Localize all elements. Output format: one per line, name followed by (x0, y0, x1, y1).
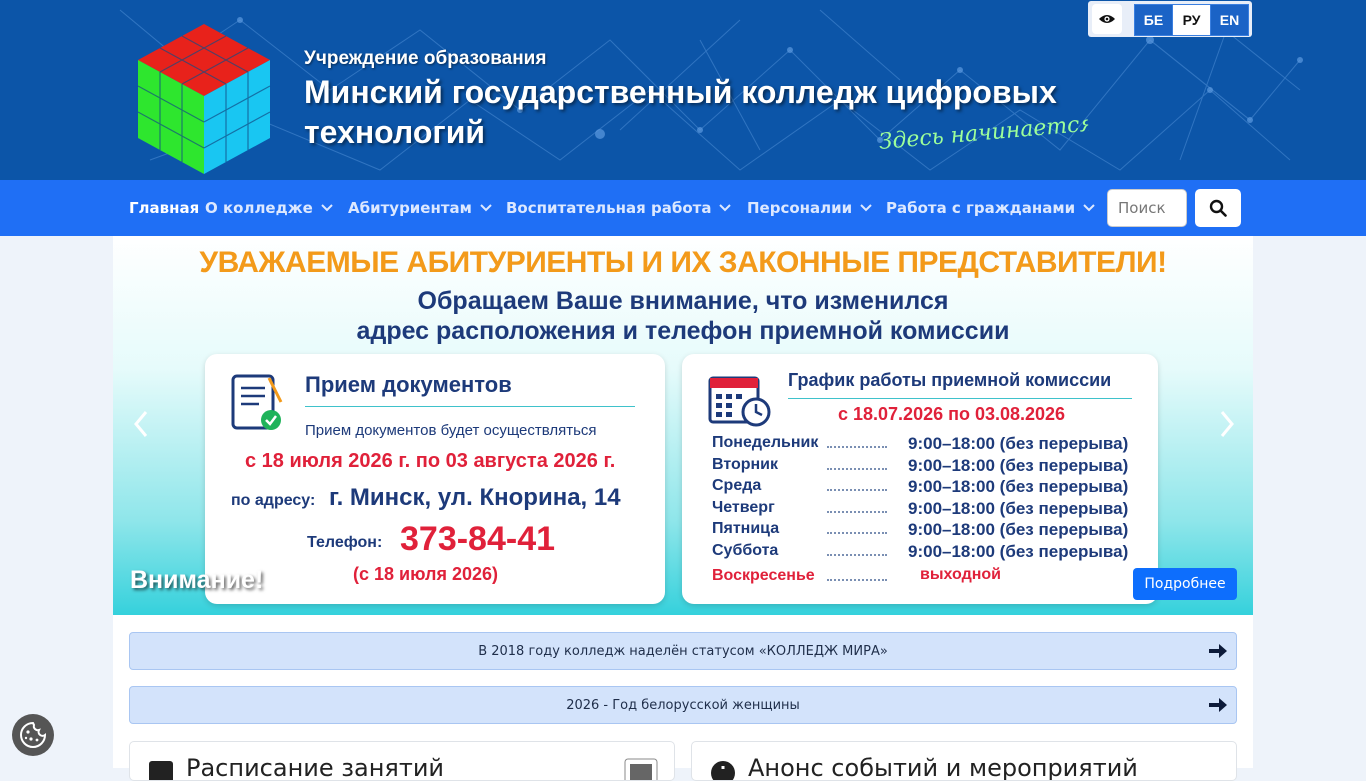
document-check-icon (231, 374, 283, 430)
schedule-day: Понедельник (712, 434, 819, 451)
documents-title: Прием документов (305, 372, 512, 397)
address-label: по адресу: (231, 492, 316, 509)
main-content: УВАЖАЕМЫЕ АБИТУРИЕНТЫ И ИХ ЗАКОННЫЕ ПРЕД… (113, 236, 1253, 781)
schedule-card: График работы приемной комиссии с 18.07.… (682, 354, 1158, 604)
search-input[interactable] (1107, 189, 1187, 227)
lang-be-button[interactable]: БЕ (1134, 4, 1173, 36)
schedule-time: 9:00–18:00 (без перерыва) (908, 542, 1129, 561)
carousel-next-button[interactable] (1217, 408, 1237, 440)
schedule-day: Воскресенье (712, 567, 815, 584)
slide-caption: Внимание! (130, 566, 264, 594)
schedule-time: выходной (920, 566, 1001, 583)
schedule-time: 9:00–18:00 (без перерыва) (908, 520, 1129, 539)
header-tools: БЕ РУ EN (1088, 1, 1252, 37)
nav-education-work-label: Воспитательная работа (506, 199, 712, 217)
lang-en-button[interactable]: EN (1210, 4, 1249, 36)
main-navbar: Главная О колледже Абитуриентам Воспитат… (0, 180, 1366, 236)
org-subtitle: Учреждение образования (304, 48, 547, 69)
schedule-divider (788, 398, 1132, 399)
calendar-icon (149, 761, 173, 780)
schedule-day: Четверг (712, 499, 775, 516)
documents-dates: с 18 июля 2026 г. по 03 августа 2026 г. (245, 450, 616, 472)
schedule-title: График работы приемной комиссии (788, 370, 1112, 390)
chevron-down-icon (860, 204, 872, 212)
schedule-time: 9:00–18:00 (без перерыва) (908, 499, 1129, 518)
news-link[interactable]: В 2018 году колледж наделён статусом «КО… (129, 632, 1237, 670)
college-logo-icon (137, 24, 271, 174)
schedule-dots (827, 468, 887, 470)
documents-card: Прием документов Прием документов будет … (205, 354, 665, 604)
documents-line: Прием документов будет осуществляться (305, 422, 597, 439)
site-header: Учреждение образования Минский государст… (0, 0, 1366, 180)
nav-education-work[interactable]: Воспитательная работа (506, 180, 732, 236)
schedule-dots (827, 489, 887, 491)
accessibility-button[interactable] (1092, 4, 1122, 34)
calendar-clock-icon (708, 376, 771, 427)
documents-divider (305, 406, 635, 407)
banner-subline-1: Обращаем Ваше внимание, что изменился (417, 287, 949, 315)
phone-label: Телефон: (307, 534, 383, 551)
nav-about[interactable]: О колледже (205, 180, 333, 236)
carousel-slide[interactable]: УВАЖАЕМЫЕ АБИТУРИЕНТЫ И ИХ ЗАКОННЫЕ ПРЕД… (113, 236, 1253, 615)
nav-about-label: О колледже (205, 199, 313, 217)
news-text: В 2018 году колледж наделён статусом «КО… (478, 643, 888, 659)
schedule-time: 9:00–18:00 (без перерыва) (908, 456, 1129, 475)
phone-value: 373-84-41 (400, 520, 556, 558)
eye-icon (1099, 15, 1115, 23)
nav-citizens[interactable]: Работа с гражданами (886, 180, 1095, 236)
banner-subline-2: адрес расположения и телефон приемной ко… (356, 317, 1010, 345)
chevron-down-icon (480, 204, 492, 212)
nav-personalities-label: Персоналии (747, 199, 853, 217)
schedule-day: Пятница (712, 520, 780, 537)
cookie-settings-button[interactable] (12, 714, 54, 756)
address-value: г. Минск, ул. Кнорина, 14 (329, 484, 621, 511)
nav-citizens-label: Работа с гражданами (886, 199, 1076, 217)
schedule-dots (827, 532, 887, 534)
schedule-time: 9:00–18:00 (без перерыва) (908, 434, 1129, 453)
chevron-down-icon (321, 204, 333, 212)
schedule-day: Среда (712, 477, 762, 494)
info-icon (711, 761, 735, 780)
arrow-right-icon (1209, 698, 1227, 712)
schedule-range: с 18.07.2026 по 03.08.2026 (838, 404, 1066, 424)
nav-home-label: Главная (129, 199, 200, 217)
schedule-time: 9:00–18:00 (без перерыва) (908, 477, 1129, 496)
nav-home[interactable]: Главная (129, 180, 199, 236)
calendar-button-icon[interactable] (624, 758, 658, 781)
search-icon (1209, 199, 1227, 217)
schedule-dots (827, 511, 887, 513)
news-link[interactable]: 2026 - Год белорусской женщины (129, 686, 1237, 724)
arrow-right-icon (1209, 644, 1227, 658)
chevron-down-icon (719, 204, 732, 212)
cookie-icon (20, 721, 47, 748)
news-text: 2026 - Год белорусской женщины (566, 697, 800, 713)
schedule-dots (827, 579, 887, 581)
schedule-day: Суббота (712, 542, 779, 559)
nav-applicants[interactable]: Абитуриентам (348, 180, 492, 236)
banner-subline: Обращаем Ваше внимание, что изменился ад… (113, 286, 1253, 346)
chevron-down-icon (1083, 204, 1095, 212)
nav-personalities[interactable]: Персоналии (747, 180, 872, 236)
carousel-prev-button[interactable] (131, 408, 151, 440)
schedule-dots (827, 554, 887, 556)
phone-note: (с 18 июля 2026) (353, 564, 498, 584)
lang-ru-button[interactable]: РУ (1172, 4, 1211, 36)
schedule-dots (827, 446, 887, 448)
nav-applicants-label: Абитуриентам (348, 199, 472, 217)
banner-headline: УВАЖАЕМЫЕ АБИТУРИЕНТЫ И ИХ ЗАКОННЫЕ ПРЕД… (199, 246, 1167, 279)
events-panel[interactable]: Анонс событий и мероприятий (691, 741, 1237, 781)
schedule-panel[interactable]: Расписание занятий (129, 741, 675, 781)
more-button[interactable]: Подробнее (1133, 568, 1237, 600)
schedule-day: Вторник (712, 456, 779, 473)
search-button[interactable] (1195, 189, 1241, 227)
